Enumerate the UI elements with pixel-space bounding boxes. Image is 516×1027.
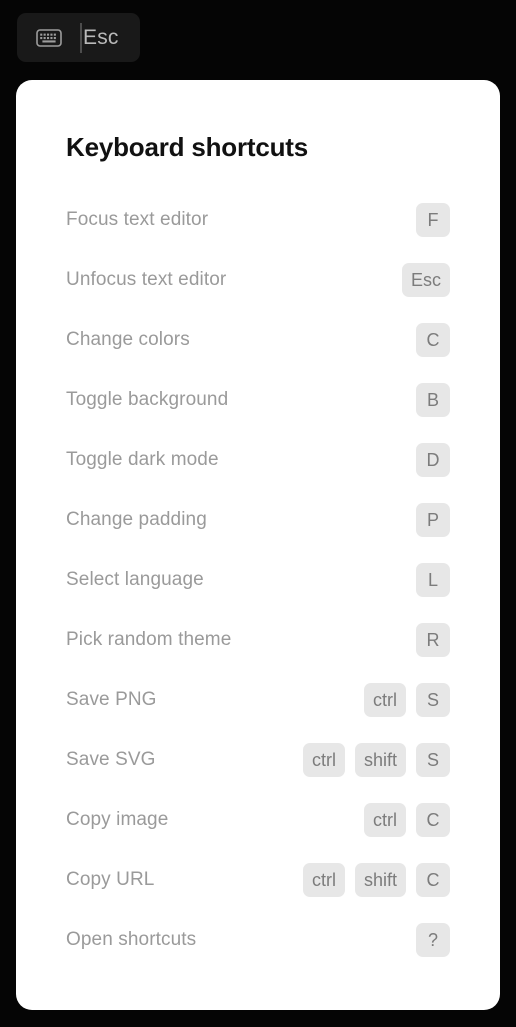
shortcut-list: Focus text editor F Unfocus text editor Esc… xyxy=(66,190,450,970)
shortcut-row: Save SVG ctrl shift S xyxy=(66,730,450,790)
key-badge: ? xyxy=(416,923,450,957)
key-badge: S xyxy=(416,743,450,777)
shortcut-action-label: Pick random theme xyxy=(66,629,232,650)
shortcut-key-group: D xyxy=(416,443,450,477)
shortcut-row: Toggle dark mode D xyxy=(66,430,450,490)
shortcut-row: Select language L xyxy=(66,550,450,610)
shortcut-key-group: ? xyxy=(416,923,450,957)
shortcut-action-label: Toggle background xyxy=(66,389,229,410)
key-badge: ctrl xyxy=(302,863,345,897)
shortcut-key-group: C xyxy=(416,323,450,357)
shortcut-row: Focus text editor F xyxy=(66,190,450,250)
shortcut-action-label: Copy image xyxy=(66,809,169,830)
shortcut-key-group: L xyxy=(416,563,450,597)
shortcut-key-group: ctrl S xyxy=(364,683,450,717)
key-badge: P xyxy=(416,503,450,537)
text-cursor xyxy=(80,22,82,53)
shortcut-row: Copy image ctrl C xyxy=(66,790,450,850)
shortcut-action-label: Save PNG xyxy=(66,689,157,710)
shortcut-row: Save PNG ctrl S xyxy=(66,670,450,730)
esc-button-label: Esc xyxy=(83,26,119,49)
key-badge: B xyxy=(416,383,450,417)
shortcut-action-label: Focus text editor xyxy=(66,209,209,230)
shortcut-key-group: ctrl C xyxy=(364,803,450,837)
shortcut-row: Change padding P xyxy=(66,490,450,550)
key-badge: shift xyxy=(354,743,406,777)
key-badge: C xyxy=(416,863,450,897)
key-badge: Esc xyxy=(401,263,450,297)
shortcut-key-group: ctrl shift S xyxy=(302,743,450,777)
shortcut-key-group: B xyxy=(416,383,450,417)
shortcut-action-label: Open shortcuts xyxy=(66,929,197,950)
shortcut-key-group: R xyxy=(416,623,450,657)
top-bar: Esc xyxy=(0,0,516,80)
keyboard-shortcuts-modal: Keyboard shortcuts Focus text editor F Unf… xyxy=(16,80,500,1010)
shortcut-row: Toggle background B xyxy=(66,370,450,430)
key-badge: ctrl xyxy=(302,743,345,777)
key-badge: L xyxy=(416,563,450,597)
shortcut-key-group: F xyxy=(416,203,450,237)
shortcut-row: Unfocus text editor Esc xyxy=(66,250,450,310)
shortcut-row: Open shortcuts? xyxy=(66,910,450,970)
shortcut-row: Change colors C xyxy=(66,310,450,370)
shortcut-key-group: ctrl shift C xyxy=(302,863,450,897)
key-badge: ctrl xyxy=(364,803,406,837)
shortcut-key-group: Esc xyxy=(401,263,450,297)
esc-shortcut-button[interactable]: Esc xyxy=(17,13,140,62)
key-badge: shift xyxy=(354,863,406,897)
key-badge: ctrl xyxy=(364,683,406,717)
key-badge: R xyxy=(416,623,450,657)
shortcut-action-label: Unfocus text editor xyxy=(66,269,227,290)
shortcut-key-group: P xyxy=(416,503,450,537)
key-badge: C xyxy=(416,323,450,357)
shortcut-action-label: Change padding xyxy=(66,509,207,530)
shortcut-row: Copy URL ctrl shift C xyxy=(66,850,450,910)
shortcut-action-label: Toggle dark mode xyxy=(66,449,219,470)
key-badge: C xyxy=(416,803,450,837)
key-badge: D xyxy=(416,443,450,477)
key-badge: S xyxy=(416,683,450,717)
shortcut-row: Pick random theme R xyxy=(66,610,450,670)
shortcut-action-label: Change colors xyxy=(66,329,190,350)
page-title: Keyboard shortcuts xyxy=(66,132,309,162)
shortcut-action-label: Copy URL xyxy=(66,869,155,890)
shortcut-action-label: Save SVG xyxy=(66,749,156,770)
shortcut-action-label: Select language xyxy=(66,569,204,590)
key-badge: F xyxy=(416,203,450,237)
keyboard-icon xyxy=(36,28,62,47)
